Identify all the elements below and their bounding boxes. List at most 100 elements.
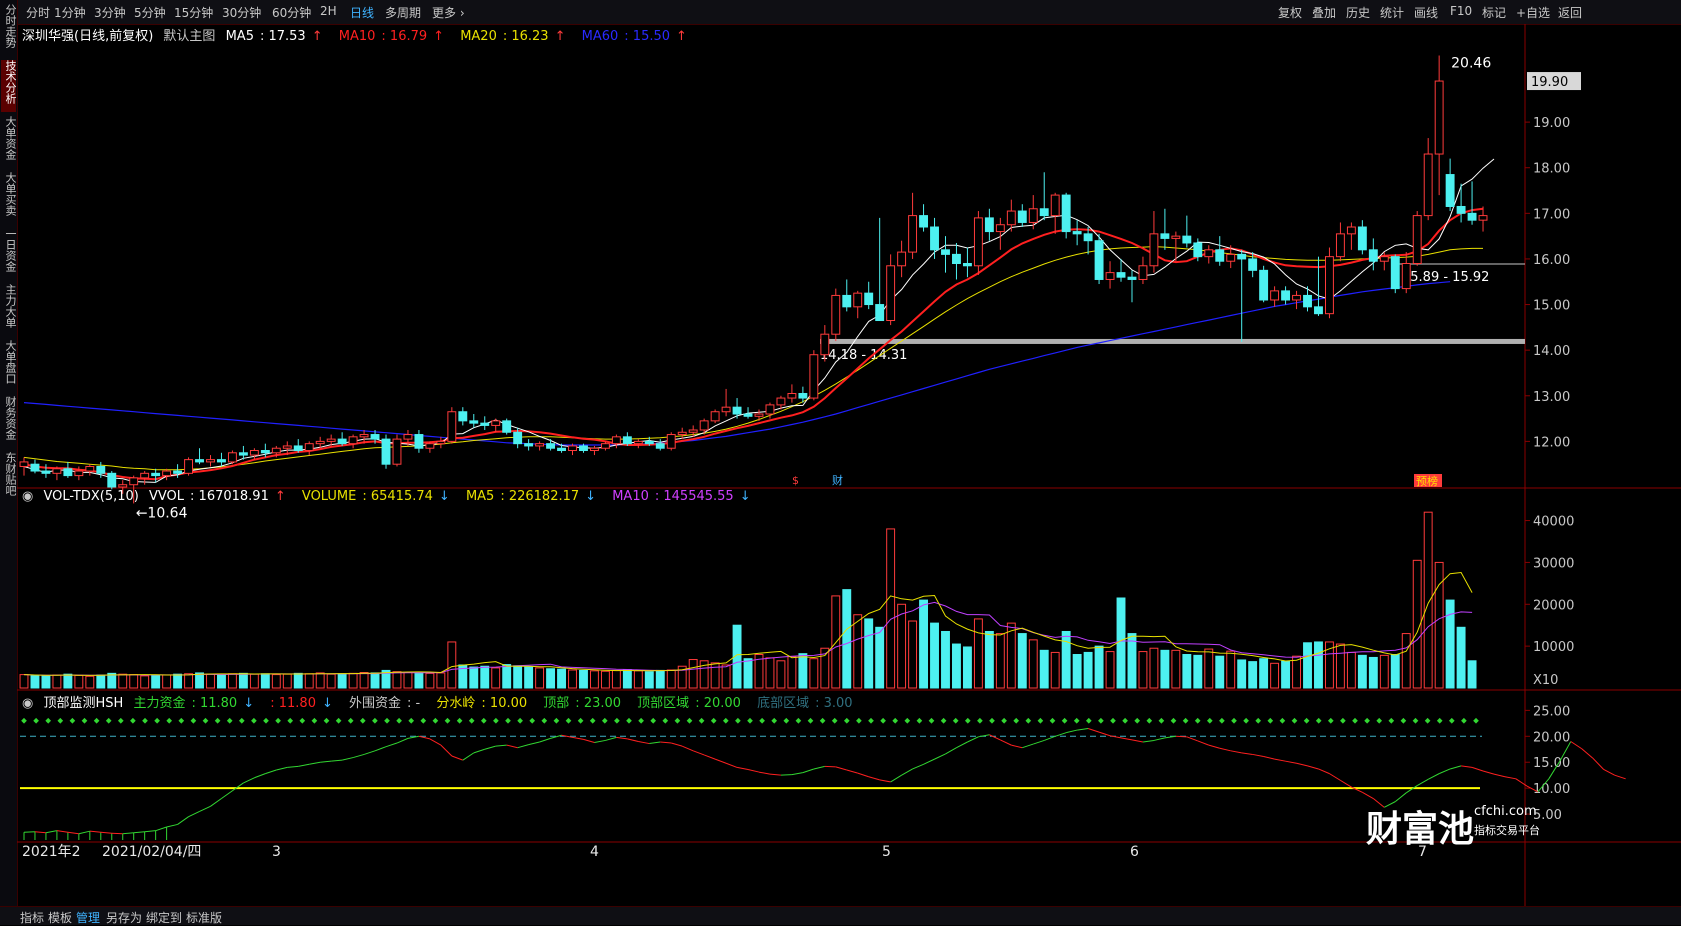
template-label[interactable]: 默认主图 xyxy=(163,29,215,44)
indicator-line xyxy=(1066,729,1078,734)
candle xyxy=(1412,215,1422,265)
indicator-line xyxy=(660,741,672,744)
indicator-line xyxy=(1055,732,1067,737)
indicator-line xyxy=(1153,737,1166,741)
candle xyxy=(403,434,413,440)
top-dot xyxy=(1073,717,1080,724)
candle xyxy=(1423,153,1433,217)
x-tick-label: 2021/02/04/四 xyxy=(102,844,201,860)
volume-bar xyxy=(1259,658,1269,689)
volume-bar xyxy=(217,674,226,689)
top-dot xyxy=(69,717,76,724)
top-dot xyxy=(432,717,439,724)
volume-bar xyxy=(1149,647,1159,689)
watermark-site: cfchi.com xyxy=(1474,804,1537,819)
top-dot xyxy=(178,717,185,724)
indicator-line xyxy=(221,790,233,799)
candle xyxy=(271,447,281,454)
candle xyxy=(535,443,545,447)
volume-bar xyxy=(524,666,534,689)
indicator-line xyxy=(1493,773,1506,778)
y-tick-label: 20000 xyxy=(1533,598,1574,613)
current-price-label: 19.90 xyxy=(1531,75,1568,90)
save-as-button[interactable]: 另存为 xyxy=(106,909,142,926)
candle xyxy=(1017,210,1027,223)
volume-unit: X10 xyxy=(1533,673,1558,688)
volume-bar xyxy=(809,658,819,689)
volume-bar xyxy=(173,673,183,689)
candle xyxy=(1292,294,1301,301)
chart-canvas[interactable]: 19.00 18.00 17.00 16.00 15.00 14.00 13.00 12.00… xyxy=(0,0,1681,924)
watershed: 分水岭: 10.00 xyxy=(436,696,528,711)
candle xyxy=(63,468,73,477)
top-dot xyxy=(1473,717,1479,724)
top-dot xyxy=(977,717,983,724)
indicator-line xyxy=(440,744,453,757)
indicator-line xyxy=(539,737,551,743)
indicator-line xyxy=(703,754,716,760)
indicator-line xyxy=(429,738,442,746)
candle xyxy=(809,354,819,399)
indicator-line xyxy=(352,753,365,759)
volume-bar xyxy=(1083,651,1093,689)
indicator-line xyxy=(1461,765,1473,768)
indicator-line xyxy=(243,777,255,784)
top-dot xyxy=(21,717,27,724)
indicator-line xyxy=(1241,752,1253,755)
volume-bar xyxy=(1248,661,1258,689)
bind-button[interactable]: 绑定到 xyxy=(146,909,182,926)
volume-bar xyxy=(513,665,523,689)
indicator-title: 顶部监测HSH xyxy=(43,696,124,711)
candle xyxy=(1094,240,1104,280)
indicator-line xyxy=(1482,770,1495,775)
collapse-icon: ◉ xyxy=(22,489,34,504)
main-legend: 深圳华强(日线,前复权) 默认主图 MA5: 17.53 ↑ MA10: 16.7… xyxy=(22,25,699,44)
volume-bar xyxy=(864,618,874,689)
volume-bar xyxy=(1390,654,1400,689)
top-dot xyxy=(1134,717,1141,724)
candle xyxy=(962,263,972,267)
candle xyxy=(1204,249,1214,258)
top-dot xyxy=(347,717,354,724)
standard-button[interactable]: 标准版 xyxy=(186,909,222,926)
indicator-line xyxy=(1033,739,1045,745)
top-dot xyxy=(1400,717,1407,724)
indicator-line xyxy=(967,736,979,743)
candle xyxy=(973,217,983,267)
candle xyxy=(1303,294,1312,308)
candle xyxy=(754,413,764,417)
ma20-legend: MA20: 16.23 ↑ xyxy=(460,29,566,44)
candle xyxy=(1368,249,1378,262)
y-tick-label: 30000 xyxy=(1533,556,1574,571)
manage-button[interactable]: 管理 xyxy=(76,909,100,926)
template-button[interactable]: 模板 xyxy=(48,909,72,926)
y-tick-label: 12.00 xyxy=(1533,435,1570,450)
volume-bar xyxy=(655,669,665,689)
indicator-line xyxy=(1230,750,1242,754)
event-marker: 财 xyxy=(832,473,843,487)
top-dot xyxy=(1110,717,1116,724)
main-fund: 主力资金: 11.80 ↓ xyxy=(133,696,255,711)
volume-bar xyxy=(326,673,336,689)
volume-bar xyxy=(1182,654,1192,689)
volume-bar xyxy=(469,666,479,689)
candle xyxy=(1445,174,1455,207)
top-dot xyxy=(614,717,620,724)
indicator-line xyxy=(605,736,617,741)
volume-bar xyxy=(546,668,556,689)
volume-bar xyxy=(952,643,961,689)
indicator-legend: ◉ 顶部监测HSH 主力资金: 11.80 ↓ : 11.80 ↓ 外围资金: - … xyxy=(22,692,865,711)
volume-bar xyxy=(304,673,314,689)
candle xyxy=(897,251,907,267)
candle xyxy=(655,443,665,449)
indicator-line xyxy=(1614,774,1626,780)
top-dot xyxy=(722,717,729,724)
top-dot xyxy=(916,717,923,724)
top-dot xyxy=(384,717,390,724)
ma-line-ma10 xyxy=(23,207,1484,481)
candle xyxy=(1270,290,1280,301)
indicator-button[interactable]: 指标 xyxy=(20,909,44,926)
candle xyxy=(677,431,687,436)
top-dot xyxy=(505,717,511,724)
top-dot xyxy=(529,717,536,724)
